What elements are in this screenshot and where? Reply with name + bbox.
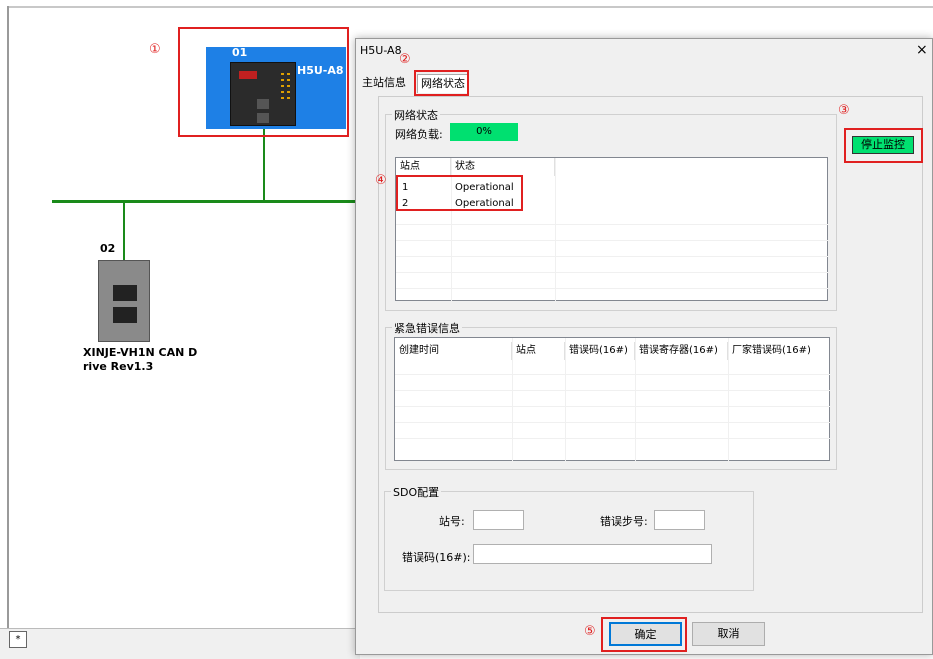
error-step-input[interactable] xyxy=(654,510,705,530)
device-dialog: H5U-A8 × ② 主站信息 网络状态 网络状态 网络负载: 0% 站点 状态… xyxy=(355,38,933,655)
annotation-3: ③ xyxy=(838,103,850,118)
network-load-bar: 0% xyxy=(450,123,518,141)
annotation-5: ⑤ xyxy=(584,624,596,639)
annotation-2: ② xyxy=(399,52,411,67)
ok-button[interactable]: 确定 xyxy=(609,622,682,646)
device2-name-line2: rive Rev1.3 xyxy=(83,360,154,373)
column-header-error-register[interactable]: 错误寄存器(16#) xyxy=(635,342,728,360)
highlight-box-1 xyxy=(178,27,349,137)
column-header-station[interactable]: 站点 xyxy=(512,342,565,360)
station-number-label: 站号: xyxy=(439,515,465,528)
error-code-label: 错误码(16#): xyxy=(402,551,471,564)
error-code-input[interactable] xyxy=(473,544,712,564)
canvas-bottom-bar xyxy=(0,628,360,659)
tab-master-info[interactable]: 主站信息 xyxy=(359,74,409,93)
emergency-error-title: 紧急错误信息 xyxy=(392,320,462,336)
canvas-tab[interactable]: * xyxy=(9,631,27,648)
device2-name-line1: XINJE-VH1N CAN D xyxy=(83,346,198,359)
stop-monitor-button[interactable]: 停止监控 xyxy=(852,136,914,154)
cancel-button[interactable]: 取消 xyxy=(692,622,765,646)
sdo-config-group: SDO配置 xyxy=(384,484,754,591)
can-bus-line xyxy=(52,200,362,203)
error-step-label: 错误步号: xyxy=(600,515,648,528)
dialog-title: H5U-A8 xyxy=(360,44,402,57)
canvas-left-border xyxy=(7,6,9,628)
network-status-title: 网络状态 xyxy=(392,107,440,123)
annotation-1: ① xyxy=(149,42,161,57)
device2-name: XINJE-VH1N CAN D rive Rev1.3 xyxy=(83,346,203,374)
annotation-4: ④ xyxy=(375,173,387,188)
column-header-vendor-error-code[interactable]: 厂家错误码(16#) xyxy=(728,342,828,360)
highlight-box-2 xyxy=(414,70,469,96)
column-header-state[interactable]: 状态 xyxy=(451,158,555,176)
sdo-config-title: SDO配置 xyxy=(391,484,442,500)
highlight-box-4 xyxy=(396,175,523,211)
column-header-error-code[interactable]: 错误码(16#) xyxy=(565,342,635,360)
column-header-create-time[interactable]: 创建时间 xyxy=(395,342,512,360)
emergency-error-list[interactable]: 创建时间 站点 错误码(16#) 错误寄存器(16#) 厂家错误码(16#) xyxy=(394,337,831,462)
column-header-station[interactable]: 站点 xyxy=(396,158,451,176)
station-number-input[interactable] xyxy=(473,510,524,530)
canvas-top-border xyxy=(7,6,933,8)
device-xinje-vh1n[interactable] xyxy=(98,260,150,342)
device1-link xyxy=(263,129,265,201)
close-icon[interactable]: × xyxy=(916,42,928,58)
device2-number: 02 xyxy=(100,242,116,255)
device2-link xyxy=(123,203,125,260)
network-load-label: 网络负载: xyxy=(395,128,443,141)
